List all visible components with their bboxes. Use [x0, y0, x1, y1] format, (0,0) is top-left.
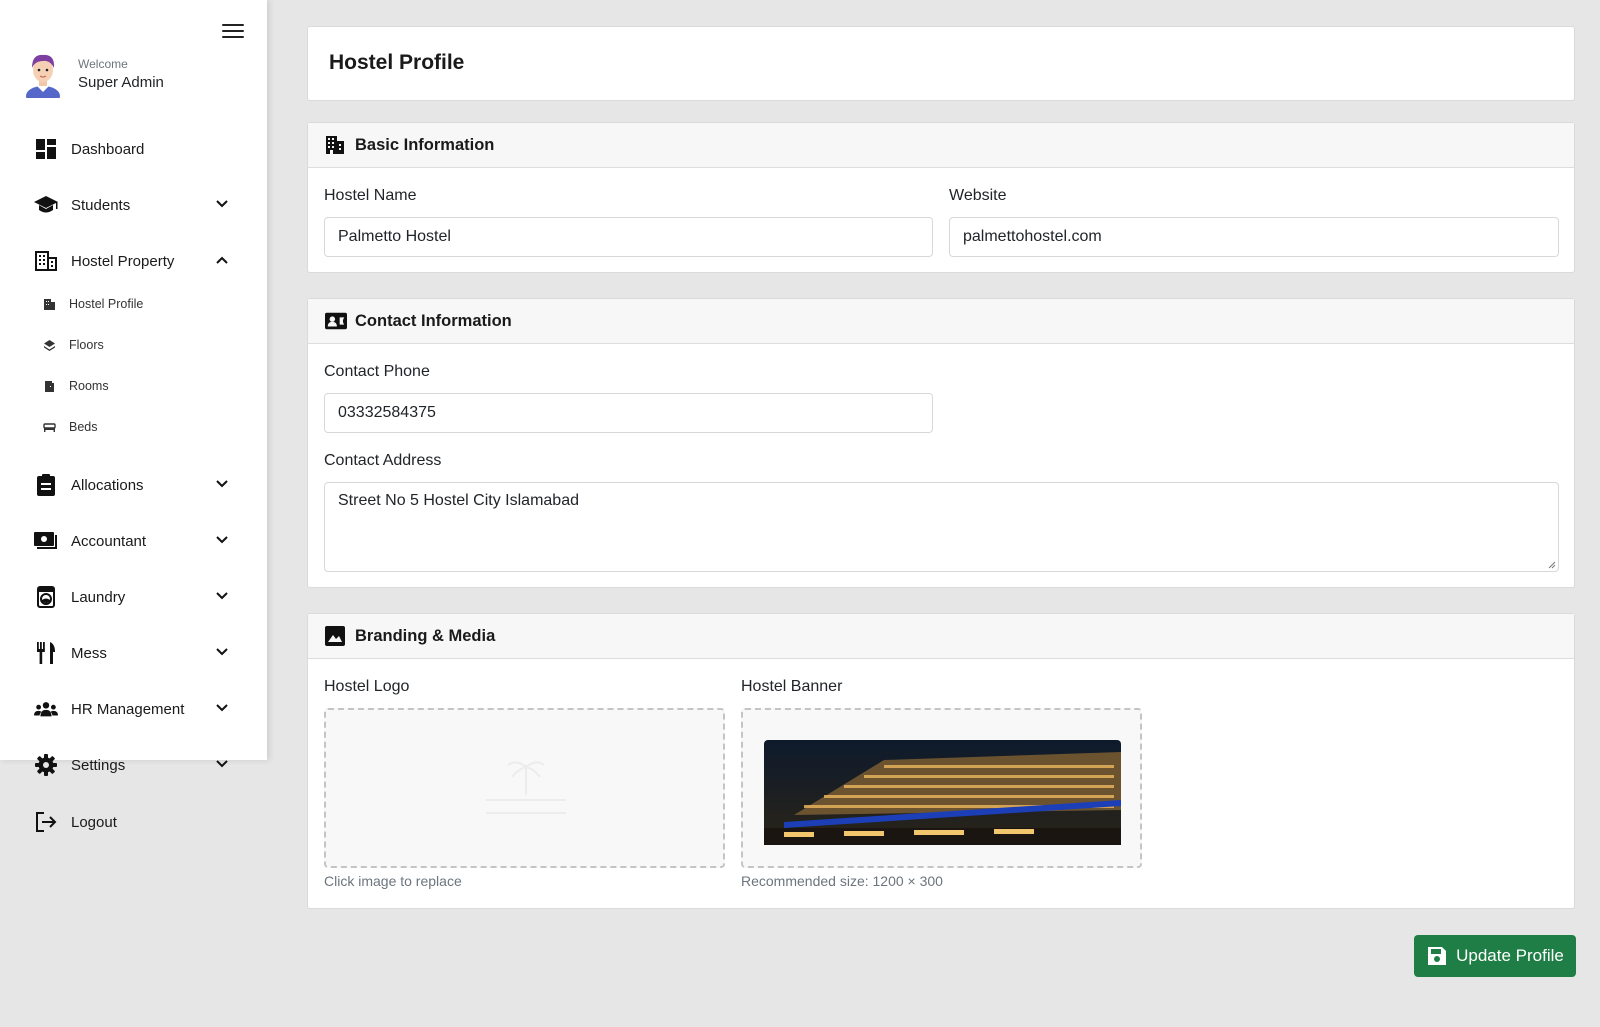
gear-icon	[34, 753, 58, 777]
sidebar-item-dashboard[interactable]: Dashboard	[34, 135, 234, 163]
update-profile-button[interactable]: Update Profile	[1414, 935, 1576, 977]
sidebar-item-label: HR Management	[71, 700, 185, 718]
user-name: Super Admin	[78, 74, 164, 91]
hostel-name-input[interactable]: Palmetto Hostel	[324, 217, 933, 257]
washing-machine-icon	[34, 585, 58, 609]
logo-hint: Click image to replace	[324, 873, 462, 889]
sidebar-item-students[interactable]: Students	[34, 191, 234, 219]
door-icon	[42, 379, 56, 393]
dashboard-icon	[34, 137, 58, 161]
sidebar-subitem-label: Rooms	[69, 379, 109, 393]
logo-upload-dropzone[interactable]	[324, 708, 725, 868]
sidebar-subitem-label: Beds	[69, 420, 98, 434]
sidebar-item-mess[interactable]: Mess	[34, 639, 234, 667]
save-icon	[1428, 947, 1447, 965]
page-title: Hostel Profile	[329, 51, 465, 74]
building-icon	[34, 249, 58, 273]
sidebar-subitem-rooms[interactable]: Rooms	[42, 379, 109, 393]
chevron-down-icon	[216, 760, 228, 768]
contact-phone-label: Contact Phone	[324, 363, 430, 380]
sidebar-item-allocations[interactable]: Allocations	[34, 471, 234, 499]
contact-address-textarea[interactable]: Street No 5 Hostel City Islamabad	[324, 482, 1559, 572]
sidebar-item-label: Students	[71, 196, 131, 214]
building-icon	[325, 135, 347, 155]
graduation-cap-icon	[34, 193, 58, 217]
users-icon	[34, 697, 58, 721]
sidebar-item-hr-management[interactable]: HR Management	[34, 695, 234, 723]
basic-information-card: Basic Information Hostel Name Palmetto H…	[307, 122, 1575, 273]
user-profile: Welcome Super Admin	[22, 50, 164, 98]
hostel-logo-label: Hostel Logo	[324, 678, 410, 695]
branding-media-card: Branding & Media Hostel Logo Click image…	[307, 613, 1575, 909]
logout-icon	[34, 810, 58, 834]
sidebar-subitem-floors[interactable]: Floors	[42, 338, 104, 352]
hostel-banner-label: Hostel Banner	[741, 678, 843, 695]
welcome-text: Welcome	[78, 57, 128, 71]
sidebar-item-settings[interactable]: Settings	[34, 751, 234, 779]
sidebar-item-label: Dashboard	[71, 140, 145, 158]
chevron-down-icon	[216, 704, 228, 712]
clipboard-icon	[34, 473, 58, 497]
website-label: Website	[949, 187, 1007, 204]
banner-hint: Recommended size: 1200 × 300	[741, 873, 943, 889]
sidebar-item-label: Settings	[71, 756, 126, 774]
page-header: Hostel Profile	[307, 26, 1575, 101]
logo-image	[486, 761, 566, 814]
building-icon	[42, 297, 56, 311]
contact-card-icon	[325, 311, 347, 331]
contact-information-card: Contact Information Contact Phone 033325…	[307, 298, 1575, 588]
banner-upload-dropzone[interactable]	[741, 708, 1142, 868]
sidebar-item-laundry[interactable]: Laundry	[34, 583, 234, 611]
contact-address-value: Street No 5 Hostel City Islamabad	[338, 492, 579, 509]
section-heading: Basic Information	[355, 135, 495, 154]
section-heading: Branding & Media	[355, 626, 496, 645]
sidebar-item-logout[interactable]: Logout	[34, 808, 234, 836]
banner-image	[764, 740, 1121, 845]
section-heading: Contact Information	[355, 311, 512, 330]
update-profile-label: Update Profile	[1456, 946, 1564, 965]
sidebar-subitem-beds[interactable]: Beds	[42, 420, 98, 434]
contact-address-label: Contact Address	[324, 452, 442, 469]
sidebar-item-label: Logout	[71, 813, 117, 831]
chevron-down-icon	[216, 200, 228, 208]
sidebar-item-label: Accountant	[71, 532, 147, 550]
image-icon	[325, 626, 347, 646]
chevron-down-icon	[216, 648, 228, 656]
chevron-up-icon	[216, 256, 228, 264]
menu-toggle-icon[interactable]	[222, 24, 244, 42]
chevron-down-icon	[216, 480, 228, 488]
avatar	[26, 54, 60, 98]
hostel-name-label: Hostel Name	[324, 187, 417, 204]
sidebar-item-hostel-property[interactable]: Hostel Property	[34, 247, 234, 275]
sidebar-item-accountant[interactable]: Accountant	[34, 527, 234, 555]
sidebar-subitem-hostel-profile[interactable]: Hostel Profile	[42, 297, 143, 311]
chevron-down-icon	[216, 592, 228, 600]
contact-phone-input[interactable]: 03332584375	[324, 393, 933, 433]
sidebar-item-label: Mess	[71, 644, 107, 662]
money-icon	[34, 529, 58, 553]
bed-icon	[42, 420, 56, 434]
sidebar-subitem-label: Floors	[69, 338, 104, 352]
chevron-down-icon	[216, 536, 228, 544]
website-input[interactable]: palmettohostel.com	[949, 217, 1559, 257]
sidebar-subitem-label: Hostel Profile	[69, 297, 144, 311]
layers-icon	[42, 338, 56, 352]
sidebar-item-label: Hostel Property	[71, 252, 175, 270]
resize-handle-icon[interactable]	[1548, 561, 1556, 569]
utensils-icon	[34, 641, 58, 665]
sidebar-item-label: Allocations	[71, 476, 144, 494]
sidebar-item-label: Laundry	[71, 588, 126, 606]
